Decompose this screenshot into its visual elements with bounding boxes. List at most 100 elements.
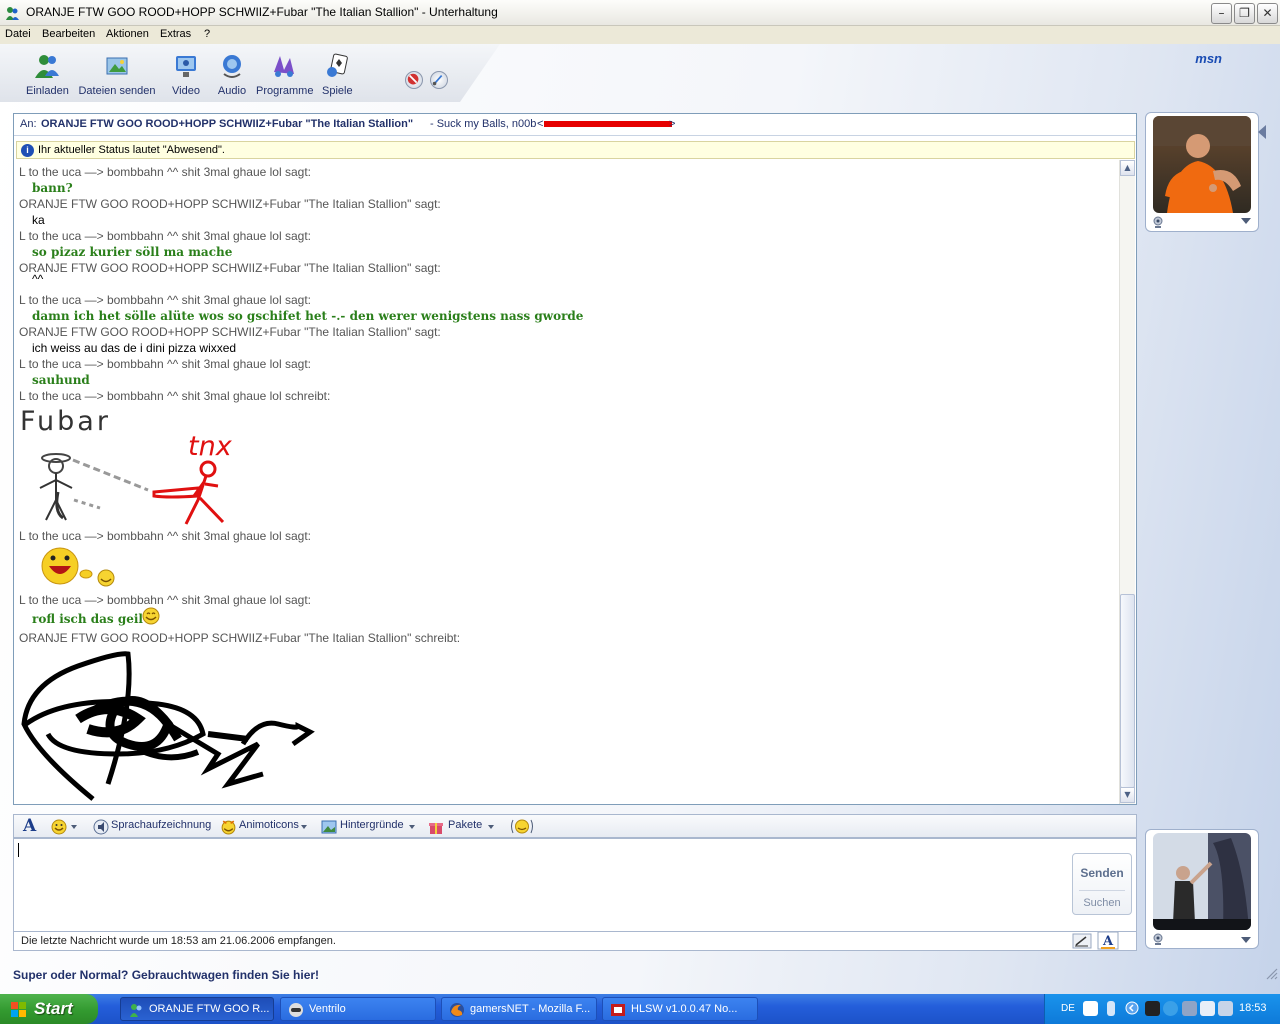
invite-icon [35,55,59,78]
text-caret [18,843,19,857]
ventrilo-icon [289,1003,303,1017]
resize-grip-icon[interactable] [1264,966,1278,980]
video-button[interactable]: Video [170,52,202,97]
message-sender: ORANJE FTW GOO ROOD+HOPP SCHWIIZ+Fubar "… [19,197,441,211]
programs-button[interactable]: Programme [256,52,313,97]
ink-text-tnx: tnx [188,431,233,462]
menu-bearbeiten[interactable]: Bearbeiten [42,28,95,40]
own-avatar-image [1153,833,1251,930]
webcam-icon [1153,216,1163,228]
scroll-thumb[interactable] [1120,594,1135,788]
start-button[interactable]: Start [0,994,98,1024]
games-button[interactable]: Spiele [322,52,353,97]
animoticons-button[interactable]: Animoticons [239,819,299,831]
send-files-label: Dateien senden [78,85,156,97]
contact-name[interactable]: ORANJE FTW GOO ROOD+HOPP SCHWIIZ+Fubar "… [41,118,413,130]
send-files-button[interactable]: Dateien senden [78,52,156,97]
clock[interactable]: 18:53 [1239,1002,1267,1014]
redacted-email [544,121,672,127]
email-open-bracket: < [537,118,544,130]
steam-tray-icon[interactable] [1145,1001,1160,1016]
tray-expand-icon[interactable] [1125,1001,1139,1015]
search-button[interactable]: Suchen [1073,897,1131,909]
ink-drawing-fubar: Fubar tnx [20,406,233,525]
message-sender: L to the uca —> bombbahn ^^ shit 3mal gh… [19,293,311,307]
games-label: Spiele [322,85,353,97]
collapse-panel-icon[interactable] [1258,125,1266,139]
menu-extras[interactable]: Extras [160,28,191,40]
type-tab-icon[interactable]: A [1097,932,1119,950]
scroll-up-button[interactable]: ▲ [1120,160,1135,176]
maximize-button[interactable]: ❐ [1234,3,1255,24]
games-icon [327,53,348,77]
own-avatar[interactable] [1153,833,1251,930]
scroll-down-button[interactable]: ▼ [1120,787,1135,803]
gift-icon [429,823,443,834]
system-tray: DE 18:53 [1044,994,1280,1024]
video-icon [176,56,196,77]
task-firefox[interactable]: gamersNET - Mozilla F... [441,997,597,1021]
wink-button[interactable] [510,818,534,835]
menu-aktionen[interactable]: Aktionen [106,28,149,40]
msn-task-icon [130,1004,142,1017]
ink-text-fubar: Fubar [20,406,111,437]
own-avatar-frame [1145,829,1259,949]
send-divider [1079,890,1125,891]
packages-button[interactable]: Pakete [448,819,482,831]
emoticon-dropdown-icon[interactable] [71,825,77,829]
avatar-dropdown-icon[interactable] [1241,937,1251,943]
menu-bar: Datei Bearbeiten Aktionen Extras ? [0,26,1280,44]
audio-button[interactable]: Audio [216,52,248,97]
message-sender: ORANJE FTW GOO ROOD+HOPP SCHWIIZ+Fubar "… [19,631,461,645]
font-button[interactable]: A [23,816,36,836]
chat-history: L to the uca —> bombbahn ^^ shit 3mal gh… [14,160,1120,804]
close-button[interactable]: ✕ [1257,3,1278,24]
network-tray-icon[interactable] [1107,1001,1115,1016]
message-sender: L to the uca —> bombbahn ^^ shit 3mal gh… [19,165,311,179]
animoticons-dropdown-icon[interactable] [301,825,307,829]
message-sender: ORANJE FTW GOO ROOD+HOPP SCHWIIZ+Fubar "… [19,261,441,275]
task-ventrilo[interactable]: Ventrilo [280,997,436,1021]
task-msn-conversation[interactable]: ORANJE FTW GOO R... [120,997,274,1021]
status-text: Ihr aktueller Status lautet "Abwesend". [38,144,225,156]
packages-dropdown-icon[interactable] [488,825,494,829]
send-button[interactable]: Senden [1073,866,1131,880]
invite-label: Einladen [26,85,69,97]
task-hlsw[interactable]: HLSW v1.0.0.47 No... [602,997,758,1021]
webcam-icon [1153,933,1163,945]
send-files-icon [106,57,128,75]
message-text: rofl isch das geil [32,612,143,626]
contact-avatar-frame [1145,112,1259,232]
voice-clip-icon [93,819,109,835]
menu-datei[interactable]: Datei [5,28,31,40]
start-label: Start [34,999,73,1018]
voice-clip-button[interactable]: Sprachaufzeichnung [111,819,211,831]
history-scrollbar[interactable]: ▲ ▼ [1119,160,1135,804]
backgrounds-dropdown-icon[interactable] [409,825,415,829]
emoticon-button[interactable] [51,819,67,835]
avatar-dropdown-icon[interactable] [1241,218,1251,224]
language-indicator[interactable]: DE [1061,1003,1075,1014]
contact-avatar[interactable] [1153,116,1251,213]
handwriting-tab-icon[interactable] [1072,933,1092,949]
menu-help[interactable]: ? [204,28,210,40]
msn-tray-icon[interactable] [1163,1001,1178,1016]
email-close-bracket: > [669,118,676,130]
input-toolbar: A Sprachaufzeichnung Animoticons Hinterg… [13,814,1137,838]
task-label: Ventrilo [309,1003,346,1015]
message-text: ^^ [32,272,44,286]
settings-tray-icon[interactable] [1182,1001,1197,1016]
invite-button[interactable]: Einladen [26,52,69,97]
status-notice: i Ihr aktueller Status lautet "Abwesend"… [16,141,1135,159]
message-text: bann? [32,181,73,195]
minimize-button[interactable]: – [1211,3,1232,24]
volume-tray-icon[interactable] [1218,1001,1233,1016]
help-tray-icon[interactable] [1083,1001,1098,1016]
display-tray-icon[interactable] [1200,1001,1215,1016]
block-button[interactable] [405,71,423,89]
task-label: HLSW v1.0.0.47 No... [631,1003,738,1015]
paint-button[interactable] [430,71,448,89]
message-input[interactable]: Senden Suchen [13,838,1137,932]
ad-link[interactable]: Super oder Normal? Gebrauchtwagen finden… [13,968,319,982]
backgrounds-button[interactable]: Hintergründe [340,819,404,831]
